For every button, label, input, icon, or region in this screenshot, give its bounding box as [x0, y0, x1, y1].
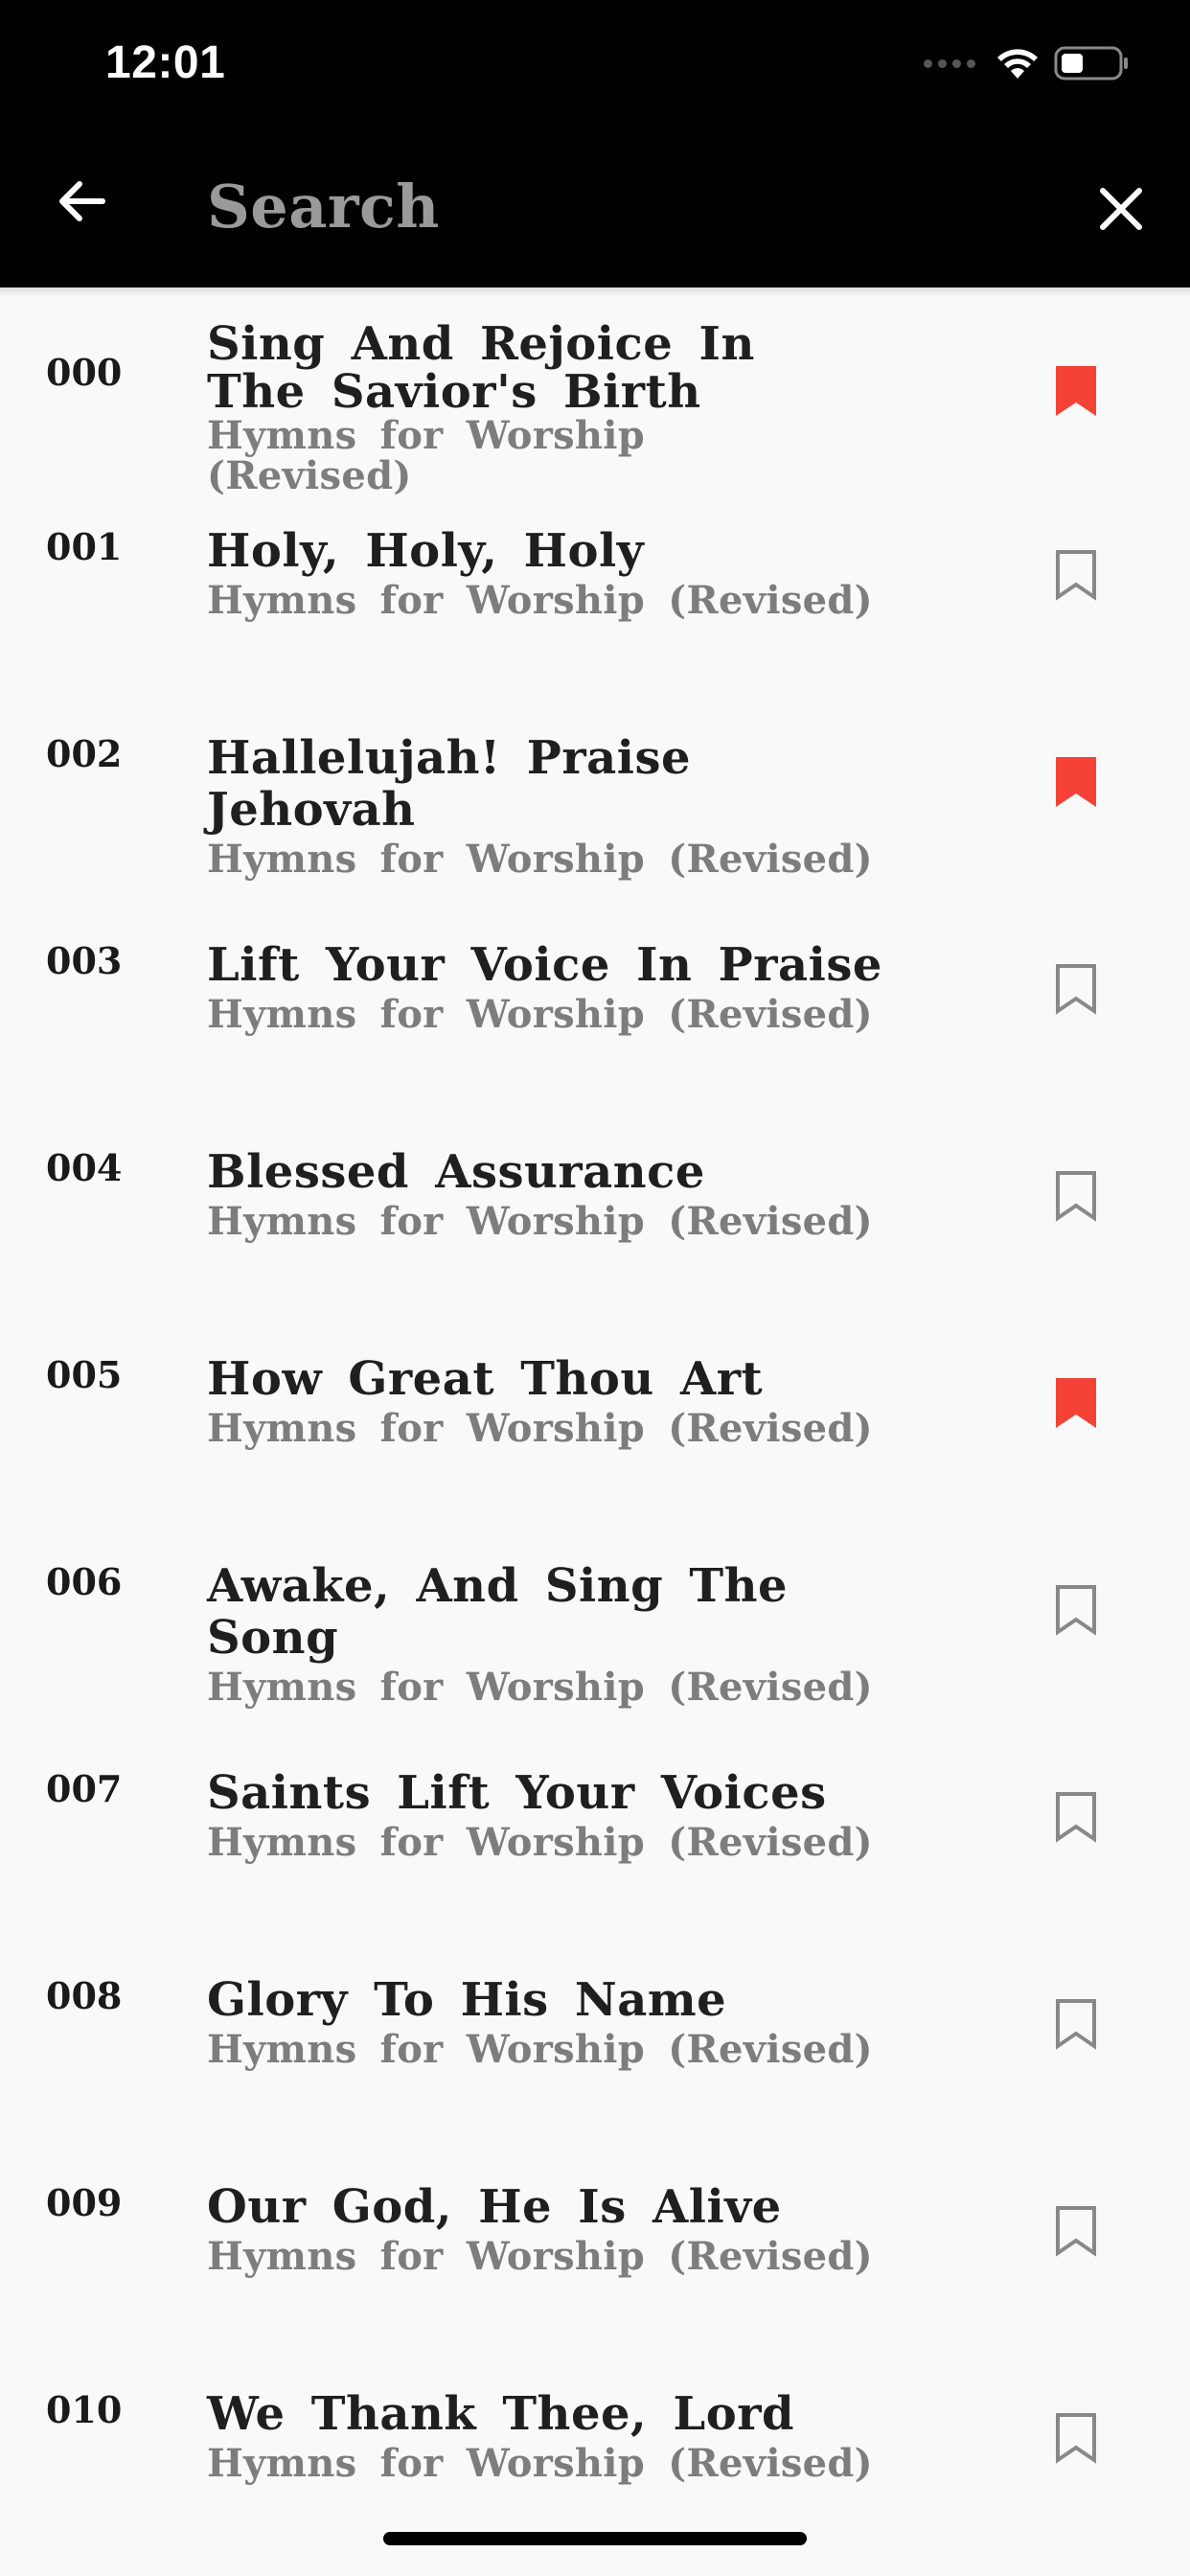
hymn-number: 004: [46, 1146, 123, 1189]
hymn-number: 000: [46, 351, 123, 394]
bookmark-outline-icon: [1056, 1792, 1096, 1843]
close-icon: [1100, 188, 1142, 230]
hymn-row[interactable]: 002 Hallelujah! Praise Jehovah Hymns for W…: [0, 682, 1190, 889]
hymn-book: Hymns for Worship (Revised): [207, 578, 873, 623]
hymn-book: Hymns for Worship (Revised): [207, 1665, 873, 1710]
hymn-row[interactable]: 009 Our God, He Is Alive Hymns for Worship…: [0, 2131, 1190, 2338]
hymn-title: We Thank Thee, Lord: [207, 2387, 795, 2441]
hymn-title: Hallelujah! Praise Jehovah: [207, 731, 692, 837]
hymn-row[interactable]: 010 We Thank Thee, Lord Hymns for Worship …: [0, 2338, 1190, 2545]
battery-icon: [1054, 46, 1128, 80]
bookmark-button[interactable]: [1044, 364, 1108, 452]
bookmark-filled-icon: [1056, 1378, 1096, 1428]
hymn-number: 006: [46, 1560, 123, 1603]
bookmark-button[interactable]: [1044, 1169, 1108, 1257]
hymn-text: Our God, He Is Alive Hymns for Worship (R…: [207, 2181, 897, 2281]
hymn-title: Our God, He Is Alive: [207, 2180, 782, 2234]
bookmark-outline-icon: [1056, 1999, 1096, 2050]
hymn-row[interactable]: 003 Lift Your Voice In Praise Hymns for Wo…: [0, 889, 1190, 1096]
bookmark-button[interactable]: [1044, 1376, 1108, 1464]
hymn-number: 009: [46, 2181, 123, 2224]
hymn-number: 002: [46, 732, 123, 775]
status-time: 12:01: [105, 37, 226, 88]
hymn-book: Hymns for Worship (Revised): [207, 2027, 873, 2072]
hymn-text: Awake, And Sing The Song Hymns for Worshi…: [207, 1560, 897, 1712]
hymn-book: Hymns for Worship (Revised): [207, 837, 873, 882]
hymn-row[interactable]: 006 Awake, And Sing The Song Hymns for Wor…: [0, 1510, 1190, 1717]
bookmark-outline-icon: [1056, 550, 1096, 601]
hymn-number: 010: [46, 2388, 123, 2431]
bookmark-outline-icon: [1056, 1171, 1096, 1222]
hymn-book: Hymns for Worship (Revised): [207, 1820, 873, 1865]
hymn-text: Saints Lift Your Voices Hymns for Worship…: [207, 1767, 897, 1867]
hymn-title: Glory To His Name: [207, 1973, 727, 2027]
hymn-title: Holy, Holy, Holy: [207, 524, 645, 578]
bookmark-outline-icon: [1056, 2206, 1096, 2257]
bookmark-button[interactable]: [1044, 962, 1108, 1050]
hymn-row[interactable]: 001 Holy, Holy, Holy Hymns for Worship (Re…: [0, 475, 1190, 682]
home-indicator: [383, 2532, 807, 2545]
cellular-signal-icon: [924, 58, 975, 68]
status-icons: [924, 42, 1131, 84]
hymn-title: How Great Thou Art: [207, 1352, 764, 1406]
hymn-title: Lift Your Voice In Praise: [207, 938, 882, 992]
hymn-row[interactable]: 008 Glory To His Name Hymns for Worship (R…: [0, 1924, 1190, 2131]
hymn-text: We Thank Thee, Lord Hymns for Worship (Re…: [207, 2388, 897, 2488]
bookmark-button[interactable]: [1044, 2204, 1108, 2292]
hymn-book: Hymns for Worship (Revised): [207, 1406, 873, 1451]
status-bar: 12:01: [0, 0, 1190, 134]
bookmark-button[interactable]: [1044, 755, 1108, 843]
hymn-text: Holy, Holy, Holy Hymns for Worship (Revis…: [207, 525, 897, 625]
hymn-row[interactable]: 007 Saints Lift Your Voices Hymns for Wors…: [0, 1717, 1190, 1924]
hymn-text: Lift Your Voice In Praise Hymns for Worsh…: [207, 939, 897, 1039]
hymn-text: Glory To His Name Hymns for Worship (Revi…: [207, 1974, 897, 2074]
hymn-book: Hymns for Worship (Revised): [207, 992, 873, 1037]
hymn-number: 003: [46, 939, 123, 982]
bookmark-outline-icon: [1056, 1585, 1096, 1636]
bookmark-filled-icon: [1056, 366, 1096, 416]
hymn-title: Saints Lift Your Voices: [207, 1766, 827, 1820]
bookmark-button[interactable]: [1044, 1997, 1108, 2085]
hymn-number: 001: [46, 525, 123, 568]
bookmark-filled-icon: [1056, 757, 1096, 807]
hymn-number: 005: [46, 1353, 123, 1396]
bookmark-button[interactable]: [1044, 548, 1108, 636]
bookmark-outline-icon: [1056, 2413, 1096, 2464]
hymn-row[interactable]: 000 Sing And Rejoice In The Savior's Birt…: [0, 288, 1190, 496]
hymn-number: 007: [46, 1767, 123, 1810]
bookmark-outline-icon: [1056, 964, 1096, 1015]
hymn-text: Sing And Rejoice In The Savior's Birth Hy…: [207, 320, 858, 496]
hymn-row[interactable]: 005 How Great Thou Art Hymns for Worship (…: [0, 1303, 1190, 1510]
bookmark-button[interactable]: [1044, 1583, 1108, 1671]
back-button[interactable]: [42, 163, 119, 240]
hymn-text: Blessed Assurance Hymns for Worship (Revi…: [207, 1146, 897, 1246]
wifi-icon: [997, 49, 1038, 79]
hymn-title: Blessed Assurance: [207, 1145, 705, 1199]
clear-search-button[interactable]: [1081, 169, 1161, 249]
bookmark-button[interactable]: [1044, 2411, 1108, 2499]
hymn-number: 008: [46, 1974, 123, 2017]
hymn-row[interactable]: 004 Blessed Assurance Hymns for Worship (R…: [0, 1096, 1190, 1303]
hymn-title: Awake, And Sing The Song: [207, 1559, 789, 1665]
hymn-book: Hymns for Worship (Revised): [207, 1199, 873, 1244]
arrow-left-icon: [59, 181, 105, 221]
bookmark-button[interactable]: [1044, 1790, 1108, 1878]
hymn-text: Hallelujah! Praise Jehovah Hymns for Wors…: [207, 732, 897, 884]
hymn-text: How Great Thou Art Hymns for Worship (Rev…: [207, 1353, 897, 1453]
hymn-title: Sing And Rejoice In The Savior's Birth: [207, 317, 755, 419]
search-input[interactable]: [207, 163, 1050, 249]
hymn-book: Hymns for Worship (Revised): [207, 2441, 873, 2486]
hymn-book: Hymns for Worship (Revised): [207, 2234, 873, 2279]
